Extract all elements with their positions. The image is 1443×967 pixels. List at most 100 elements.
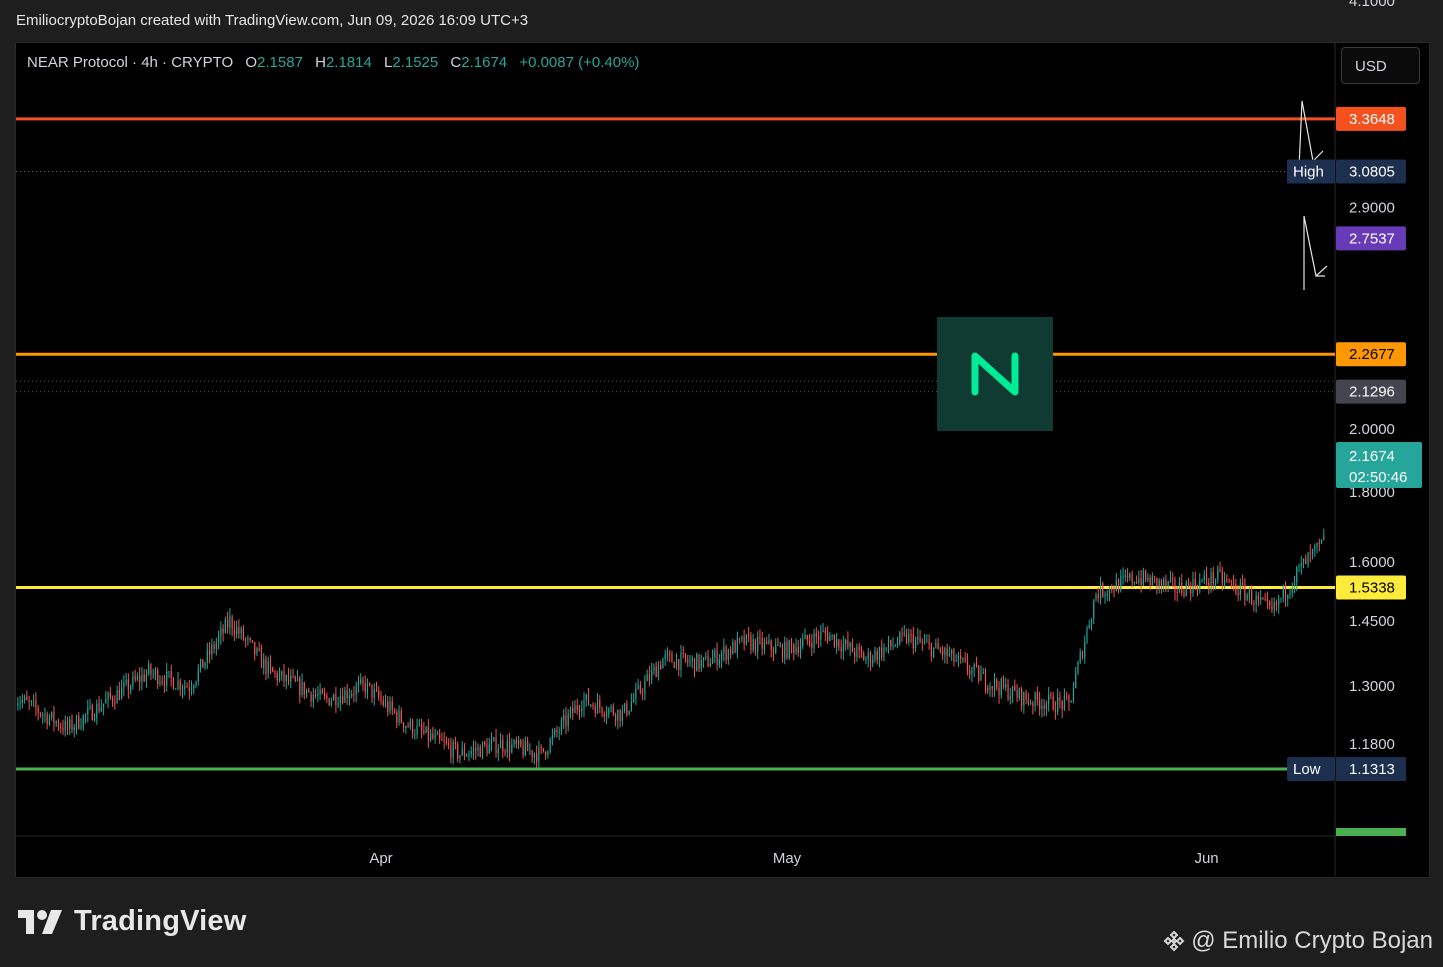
- high-label: H: [315, 54, 326, 71]
- candle-body: [1194, 578, 1196, 587]
- tradingview-logo[interactable]: TradingView: [18, 905, 247, 938]
- candle-body: [1266, 599, 1269, 602]
- candle-body: [849, 642, 851, 648]
- candle-body: [1248, 590, 1250, 596]
- candle-body: [716, 650, 718, 665]
- candle-body: [689, 660, 691, 663]
- candle-body: [436, 733, 438, 735]
- candle-body: [314, 694, 317, 696]
- candle-body: [202, 659, 204, 668]
- candle-body: [691, 658, 693, 661]
- candle-body: [391, 701, 393, 710]
- candle-body: [441, 738, 443, 741]
- candle-body: [407, 726, 409, 728]
- candle-body: [312, 694, 314, 702]
- candle-body: [1160, 580, 1163, 586]
- candle-body: [499, 740, 502, 749]
- change-value: +0.0087 (+0.40%): [519, 54, 640, 71]
- candle-body: [567, 714, 569, 726]
- candle-body: [628, 710, 630, 715]
- arrow-drawing: [1298, 100, 1324, 169]
- candle-body: [651, 670, 653, 681]
- near-logo-icon: [937, 317, 1053, 431]
- candle-body: [227, 619, 229, 628]
- candle-body: [1219, 568, 1221, 572]
- y-tick-label: 1.3000: [1349, 678, 1395, 695]
- candle-body: [993, 679, 996, 689]
- candle-body: [786, 641, 788, 658]
- candle-body: [292, 676, 294, 678]
- candle-body: [177, 680, 179, 689]
- candle-body: [150, 664, 152, 675]
- candle-body: [1018, 688, 1020, 698]
- candle-body: [71, 719, 73, 731]
- candle-body: [957, 655, 960, 661]
- candle-body: [229, 616, 231, 628]
- candle-body: [702, 657, 705, 661]
- candle-body: [123, 682, 125, 688]
- candle-body: [136, 676, 138, 680]
- candle-body: [899, 632, 901, 644]
- candle-body: [93, 718, 96, 721]
- candle-body: [878, 647, 881, 660]
- candle-body: [1057, 696, 1059, 713]
- candle-body: [1196, 586, 1199, 591]
- candle-body: [896, 643, 899, 646]
- candle-body: [1318, 542, 1320, 544]
- candle-body: [939, 649, 941, 651]
- candle-body: [831, 634, 833, 636]
- candle-body: [1111, 586, 1113, 591]
- currency-button[interactable]: USD: [1341, 47, 1420, 84]
- candle-body: [536, 753, 538, 762]
- candle-body: [1126, 575, 1129, 579]
- candle-body: [96, 703, 98, 719]
- candle-body: [551, 735, 554, 740]
- candle-body: [1185, 582, 1187, 597]
- candle-body: [37, 707, 39, 714]
- candle-body: [1136, 581, 1138, 583]
- candle-body: [1205, 575, 1208, 583]
- candle-body: [1237, 592, 1239, 595]
- symbol-name[interactable]: NEAR Protocol · 4h · CRYPTO: [27, 54, 233, 71]
- y-tick-label: 4.1000: [1349, 0, 1395, 10]
- candle-body: [285, 675, 287, 682]
- candle-body: [1059, 696, 1061, 702]
- candle-body: [709, 663, 711, 667]
- candle-body: [1034, 692, 1036, 706]
- candle-body: [687, 659, 689, 663]
- candle-body: [741, 636, 743, 639]
- candle-body: [793, 645, 795, 653]
- candle-body: [969, 670, 971, 674]
- candle-body: [711, 657, 714, 664]
- candle-body: [1030, 703, 1032, 705]
- candle-body: [91, 705, 93, 721]
- price-chart[interactable]: 4.50004.10003.70002.90002.00001.80001.60…: [0, 0, 1443, 967]
- candle-body: [53, 711, 55, 724]
- candle-body: [402, 722, 405, 729]
- candle-body: [815, 633, 817, 637]
- candle-body: [953, 649, 955, 662]
- y-tick-label: 1.4500: [1349, 613, 1395, 630]
- candle-body: [1138, 578, 1140, 583]
- candle-body: [894, 645, 896, 647]
- candle-body: [996, 679, 998, 688]
- candle-body: [82, 715, 84, 727]
- candle-body: [272, 667, 274, 672]
- candle-body: [766, 642, 768, 644]
- candle-body: [107, 692, 109, 700]
- candle-body: [748, 634, 750, 637]
- candle-body: [80, 726, 82, 729]
- candle-body: [626, 703, 628, 715]
- candle-body: [497, 748, 499, 754]
- candle-body: [781, 645, 784, 659]
- candle-body: [418, 724, 420, 726]
- candle-body: [989, 686, 991, 691]
- candle-body: [427, 726, 429, 740]
- candle-body: [1002, 678, 1005, 688]
- candle-body: [1124, 575, 1126, 577]
- candle-body: [98, 703, 100, 712]
- candle-body: [1223, 579, 1226, 584]
- last-price-badge: 2.1674: [1349, 448, 1395, 465]
- candle-body: [236, 627, 238, 634]
- candle-body: [752, 639, 754, 651]
